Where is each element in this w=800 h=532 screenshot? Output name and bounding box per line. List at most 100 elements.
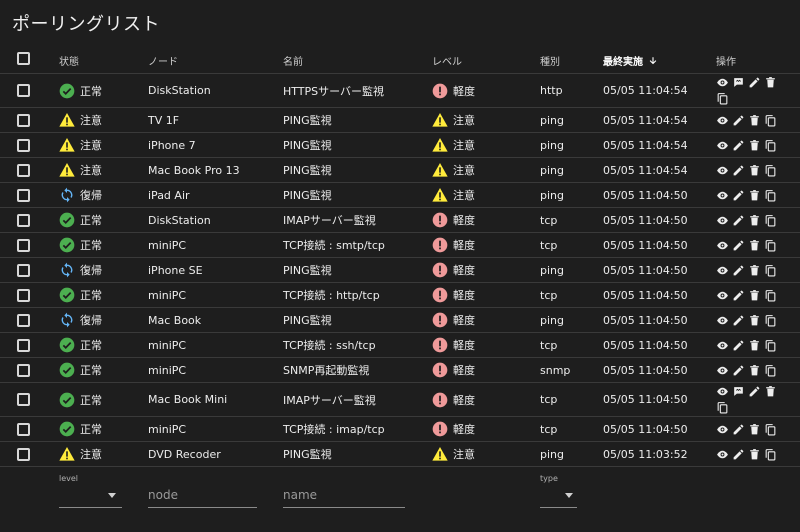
copy-icon[interactable]	[716, 92, 729, 105]
copy-icon[interactable]	[764, 423, 777, 436]
row-checkbox[interactable]	[17, 442, 30, 466]
delete-icon[interactable]	[748, 289, 761, 302]
column-header-node[interactable]: ノード	[148, 53, 178, 68]
edit-icon[interactable]	[732, 448, 745, 461]
edit-icon[interactable]	[732, 314, 745, 327]
row-checkbox[interactable]	[17, 133, 30, 157]
type-filter-dropdown-icon[interactable]	[565, 493, 573, 498]
level-filter-select[interactable]	[59, 507, 122, 508]
row-checkbox[interactable]	[17, 208, 30, 232]
view-icon[interactable]	[716, 189, 729, 202]
copy-icon[interactable]	[764, 239, 777, 252]
view-icon[interactable]	[716, 423, 729, 436]
delete-icon[interactable]	[748, 423, 761, 436]
row-checkbox[interactable]	[17, 308, 30, 332]
row-checkbox[interactable]	[17, 183, 30, 207]
column-header-state[interactable]: 状態	[59, 53, 79, 68]
table-row[interactable]: 正常 miniPC TCP接続 : http/tcp 軽度 tcp 05/05 …	[0, 283, 800, 308]
edit-icon[interactable]	[732, 214, 745, 227]
edit-icon[interactable]	[732, 423, 745, 436]
level-filter-dropdown-icon[interactable]	[108, 493, 116, 498]
node-filter-input[interactable]: node	[148, 488, 178, 502]
table-row[interactable]: 注意 Mac Book Pro 13 PING監視 注意 ping 05/05 …	[0, 158, 800, 183]
table-row[interactable]: 注意 TV 1F PING監視 注意 ping 05/05 11:04:54	[0, 108, 800, 133]
edit-icon[interactable]	[732, 264, 745, 277]
copy-icon[interactable]	[764, 264, 777, 277]
table-row[interactable]: 復帰 iPhone SE PING監視 軽度 ping 05/05 11:04:…	[0, 258, 800, 283]
edit-icon[interactable]	[732, 239, 745, 252]
table-row[interactable]: 正常 DiskStation IMAPサーバー監視 軽度 tcp 05/05 1…	[0, 208, 800, 233]
view-icon[interactable]	[716, 385, 729, 398]
comment-icon[interactable]	[732, 76, 745, 89]
view-icon[interactable]	[716, 139, 729, 152]
copy-icon[interactable]	[764, 164, 777, 177]
view-icon[interactable]	[716, 448, 729, 461]
name-filter-input[interactable]: name	[283, 488, 317, 502]
row-checkbox[interactable]	[17, 358, 30, 382]
edit-icon[interactable]	[732, 364, 745, 377]
table-row[interactable]: 復帰 iPad Air PING監視 注意 ping 05/05 11:04:5…	[0, 183, 800, 208]
copy-icon[interactable]	[764, 214, 777, 227]
copy-icon[interactable]	[716, 401, 729, 414]
table-row[interactable]: 注意 DVD Recoder PING監視 注意 ping 05/05 11:0…	[0, 442, 800, 467]
copy-icon[interactable]	[764, 114, 777, 127]
view-icon[interactable]	[716, 76, 729, 89]
row-checkbox[interactable]	[17, 283, 30, 307]
view-icon[interactable]	[716, 264, 729, 277]
table-row[interactable]: 正常 miniPC TCP接続 : imap/tcp 軽度 tcp 05/05 …	[0, 417, 800, 442]
view-icon[interactable]	[716, 114, 729, 127]
edit-icon[interactable]	[732, 114, 745, 127]
copy-icon[interactable]	[764, 314, 777, 327]
comment-icon[interactable]	[732, 385, 745, 398]
copy-icon[interactable]	[764, 289, 777, 302]
view-icon[interactable]	[716, 214, 729, 227]
delete-icon[interactable]	[748, 448, 761, 461]
edit-icon[interactable]	[748, 385, 761, 398]
table-row[interactable]: 正常 miniPC SNMP再起動監視 軽度 snmp 05/05 11:04:…	[0, 358, 800, 383]
copy-icon[interactable]	[764, 339, 777, 352]
view-icon[interactable]	[716, 339, 729, 352]
delete-icon[interactable]	[748, 139, 761, 152]
edit-icon[interactable]	[748, 76, 761, 89]
row-checkbox[interactable]	[17, 258, 30, 282]
row-checkbox[interactable]	[17, 233, 30, 257]
copy-icon[interactable]	[764, 139, 777, 152]
column-header-last-run[interactable]: 最終実施	[603, 53, 658, 69]
table-row[interactable]: 復帰 Mac Book PING監視 軽度 ping 05/05 11:04:5…	[0, 308, 800, 333]
table-row[interactable]: 正常 miniPC TCP接続 : smtp/tcp 軽度 tcp 05/05 …	[0, 233, 800, 258]
row-checkbox[interactable]	[17, 108, 30, 132]
delete-icon[interactable]	[748, 114, 761, 127]
row-checkbox[interactable]	[17, 158, 30, 182]
edit-icon[interactable]	[732, 339, 745, 352]
delete-icon[interactable]	[764, 76, 777, 89]
delete-icon[interactable]	[764, 385, 777, 398]
edit-icon[interactable]	[732, 164, 745, 177]
delete-icon[interactable]	[748, 214, 761, 227]
edit-icon[interactable]	[732, 139, 745, 152]
column-header-name[interactable]: 名前	[283, 53, 303, 68]
select-all-checkbox[interactable]	[17, 52, 30, 65]
copy-icon[interactable]	[764, 189, 777, 202]
delete-icon[interactable]	[748, 314, 761, 327]
column-header-level[interactable]: レベル	[432, 53, 462, 68]
edit-icon[interactable]	[732, 189, 745, 202]
edit-icon[interactable]	[732, 289, 745, 302]
table-row[interactable]: 正常 miniPC TCP接続 : ssh/tcp 軽度 tcp 05/05 1…	[0, 333, 800, 358]
delete-icon[interactable]	[748, 264, 761, 277]
row-checkbox[interactable]	[17, 74, 30, 107]
view-icon[interactable]	[716, 364, 729, 377]
delete-icon[interactable]	[748, 239, 761, 252]
copy-icon[interactable]	[764, 364, 777, 377]
table-row[interactable]: 正常 DiskStation HTTPSサーバー監視 軽度 http 05/05…	[0, 74, 800, 108]
delete-icon[interactable]	[748, 189, 761, 202]
row-checkbox[interactable]	[17, 333, 30, 357]
table-row[interactable]: 正常 Mac Book Mini IMAPサーバー監視 軽度 tcp 05/05…	[0, 383, 800, 417]
column-header-type[interactable]: 種別	[540, 53, 560, 68]
view-icon[interactable]	[716, 164, 729, 177]
type-filter-select[interactable]	[540, 507, 577, 508]
delete-icon[interactable]	[748, 339, 761, 352]
view-icon[interactable]	[716, 289, 729, 302]
row-checkbox[interactable]	[17, 383, 30, 416]
delete-icon[interactable]	[748, 164, 761, 177]
table-row[interactable]: 注意 iPhone 7 PING監視 注意 ping 05/05 11:04:5…	[0, 133, 800, 158]
